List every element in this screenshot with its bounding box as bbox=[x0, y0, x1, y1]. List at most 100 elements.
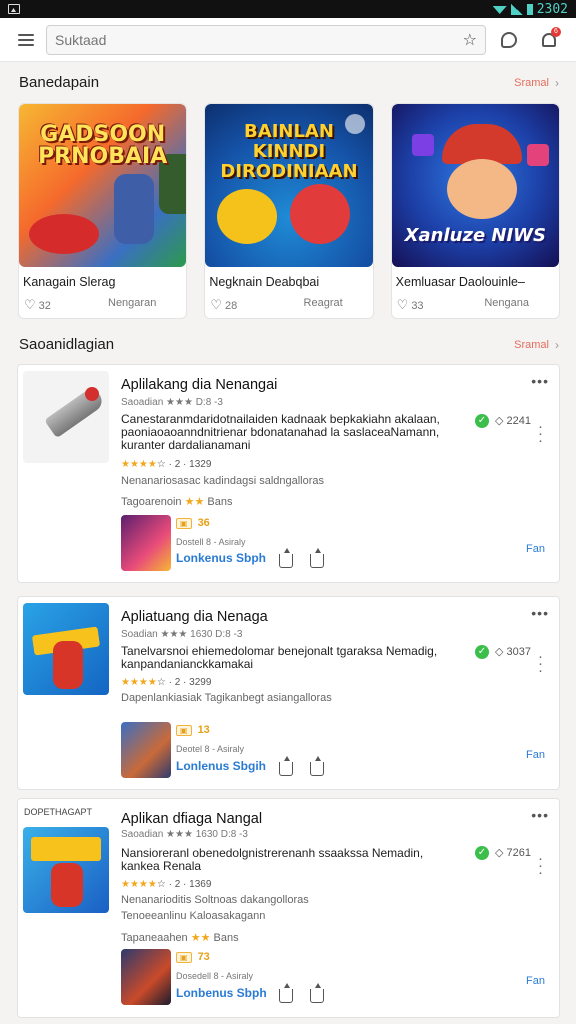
sub-badge-value: 73 bbox=[197, 951, 210, 963]
upload-icon[interactable] bbox=[310, 548, 324, 568]
list-see-all-link[interactable]: Sramal › bbox=[514, 338, 559, 352]
featured-see-all-link[interactable]: Sramal › bbox=[514, 76, 559, 90]
app-description: Nansioreranl obenedolgnistrerenanh ssaak… bbox=[121, 846, 424, 873]
featured-card[interactable]: Xanluze NIWS Xemluasar Daolouinle– ♡ 33 N… bbox=[390, 103, 560, 319]
likes-count: 32 bbox=[38, 300, 51, 312]
fan-link[interactable]: Fan bbox=[526, 543, 545, 555]
game-category: Nengaran bbox=[108, 297, 157, 309]
more-options-icon[interactable]: ••• bbox=[531, 807, 549, 823]
art-title: BAINLAN KINNDI DIRODINIAAN bbox=[220, 121, 358, 182]
share-icon[interactable] bbox=[279, 756, 293, 776]
game-art-image: GADSOON PRNOBAIA bbox=[19, 104, 187, 267]
rank-value: ◇ 3037 bbox=[495, 646, 531, 658]
list-section-title: Saoanidlagian bbox=[19, 336, 115, 353]
secondary-tagline: Tenoeeanlinu Kaloasakagann bbox=[121, 910, 266, 922]
rating-line: Saoadian ★★★ D:8 -3 bbox=[121, 397, 223, 408]
game-name: Negknain Deabqbai bbox=[209, 275, 320, 289]
likes: ♡ 32 bbox=[24, 297, 51, 313]
fan-link[interactable]: Fan bbox=[526, 749, 545, 761]
stars-count: 3299 bbox=[189, 677, 212, 688]
rank-value: ◇ 2241 bbox=[495, 415, 531, 427]
chevron-right-icon: › bbox=[555, 337, 559, 352]
stars-line: ★★★★☆ · 2 · 1369 bbox=[121, 879, 212, 890]
game-name: Kanagain Slerag bbox=[23, 275, 116, 289]
sub-game-thumb[interactable] bbox=[121, 722, 171, 778]
more-options-icon[interactable]: ••• bbox=[531, 373, 549, 389]
sub-line: Dostell 8 - Asiraly bbox=[176, 537, 246, 547]
app-title[interactable]: Aplikan dfiaga Nangal bbox=[121, 811, 262, 827]
notifications-button[interactable]: 6 bbox=[532, 25, 566, 55]
verified-icon: ✓ bbox=[475, 846, 489, 860]
search-header: ☆ 6 bbox=[0, 18, 576, 62]
status-bar: 2302 bbox=[0, 0, 576, 18]
messages-button[interactable] bbox=[492, 25, 526, 55]
kebab-menu-icon[interactable]: · · · bbox=[538, 851, 543, 880]
rocket-icon bbox=[23, 371, 109, 463]
featured-card[interactable]: GADSOON PRNOBAIA Kanagain Slerag ♡ 32 Nen… bbox=[18, 103, 188, 319]
upload-icon[interactable] bbox=[310, 983, 324, 1003]
search-input[interactable] bbox=[55, 31, 463, 48]
app-title[interactable]: Aplilakang dia Nenangai bbox=[121, 377, 277, 393]
featured-row: GADSOON PRNOBAIA Kanagain Slerag ♡ 32 Nen… bbox=[18, 103, 560, 319]
featured-section-header: Banedapain Sramal › bbox=[19, 74, 559, 91]
kebab-menu-icon[interactable]: · · · bbox=[538, 419, 543, 448]
app-list-card[interactable]: Apliatuang dia Nenaga ••• Soadian ★★★ 16… bbox=[17, 596, 560, 790]
battery-icon bbox=[526, 3, 533, 15]
sub-badge-value: 13 bbox=[197, 724, 210, 736]
fan-link[interactable]: Fan bbox=[526, 975, 545, 987]
sub-link[interactable]: Lonlenus Sbgih bbox=[176, 759, 266, 773]
share-icon[interactable] bbox=[279, 548, 293, 568]
secondary-description: Nenanariosasac kadindagsi saldngalloras bbox=[121, 475, 325, 487]
game-name: Xemluasar Daolouinle– bbox=[395, 275, 525, 289]
game-hero-icon bbox=[23, 603, 109, 695]
see-all-label[interactable]: Sramal bbox=[514, 77, 549, 89]
game-meta: ♡ 33 Nengana bbox=[392, 289, 559, 313]
rank-number: 3037 bbox=[506, 646, 531, 658]
rank-number: 2241 bbox=[506, 415, 531, 427]
status-right: 2302 bbox=[492, 2, 568, 17]
app-title[interactable]: Apliatuang dia Nenaga bbox=[121, 609, 268, 625]
sub-game-thumb[interactable] bbox=[121, 515, 171, 571]
game-meta: ♡ 32 Nengaran bbox=[19, 289, 186, 313]
see-all-label[interactable]: Sramal bbox=[514, 339, 549, 351]
rank-value: ◇ 7261 bbox=[495, 847, 531, 859]
tag-badge: Bans bbox=[213, 932, 239, 944]
likes: ♡ 33 bbox=[397, 297, 424, 313]
likes-count: 28 bbox=[224, 300, 238, 312]
search-box[interactable]: ☆ bbox=[46, 24, 486, 55]
corner-label: DOPETHAGAPT bbox=[24, 807, 93, 817]
art-title: Xanluze NIWS bbox=[404, 225, 546, 246]
list-section-header: Saoanidlagian Sramal › bbox=[19, 336, 559, 353]
more-options-icon[interactable]: ••• bbox=[531, 605, 549, 621]
signal-icon bbox=[510, 3, 523, 15]
kebab-menu-icon[interactable]: · · · bbox=[538, 649, 543, 678]
share-icon[interactable] bbox=[279, 983, 293, 1003]
menu-icon[interactable] bbox=[18, 33, 34, 46]
game-hero-icon bbox=[23, 827, 109, 913]
game-meta: ♡ 28 Reagrat bbox=[205, 289, 372, 313]
star-icon[interactable]: ☆ bbox=[463, 30, 477, 50]
app-list-card[interactable]: DOPETHAGAPT Aplikan dfiaga Nangal ••• Sa… bbox=[17, 798, 560, 1018]
app-list-card[interactable]: Aplilakang dia Nenangai ••• Saoadian ★★★… bbox=[17, 364, 560, 583]
likes-count: 33 bbox=[411, 300, 424, 312]
sub-game-thumb[interactable] bbox=[121, 949, 171, 1005]
sub-link[interactable]: Lonkenus Sbph bbox=[176, 551, 266, 565]
game-category: Nengana bbox=[484, 297, 529, 309]
secondary-description: Nenanarioditis Soltnoas dakangolloras bbox=[121, 894, 309, 906]
app-description: Tanelvarsnoi ehiemedolomar benejonalt tg… bbox=[121, 644, 438, 671]
featured-card[interactable]: BAINLAN KINNDI DIRODINIAAN Negknain Deab… bbox=[204, 103, 374, 319]
rank-number: 7261 bbox=[506, 847, 531, 859]
verified-icon: ✓ bbox=[475, 645, 489, 659]
sub-badge: ▣ 73 bbox=[176, 951, 210, 963]
upload-icon[interactable] bbox=[310, 756, 324, 776]
app-description: Canestaranmdaridotnailaiden kadnaak bepk… bbox=[121, 412, 440, 452]
chevron-right-icon: › bbox=[555, 75, 559, 90]
tagline-text: Tagoarenoin bbox=[121, 496, 182, 508]
game-art-image: BAINLAN KINNDI DIRODINIAAN bbox=[205, 104, 373, 267]
tag-badge: Bans bbox=[207, 496, 233, 508]
heart-icon[interactable]: ♡ bbox=[210, 297, 222, 312]
heart-icon[interactable]: ♡ bbox=[397, 297, 409, 312]
heart-icon[interactable]: ♡ bbox=[24, 297, 36, 312]
sub-badge-value: 36 bbox=[197, 517, 210, 529]
sub-link[interactable]: Lonbenus Sbph bbox=[176, 986, 267, 1000]
